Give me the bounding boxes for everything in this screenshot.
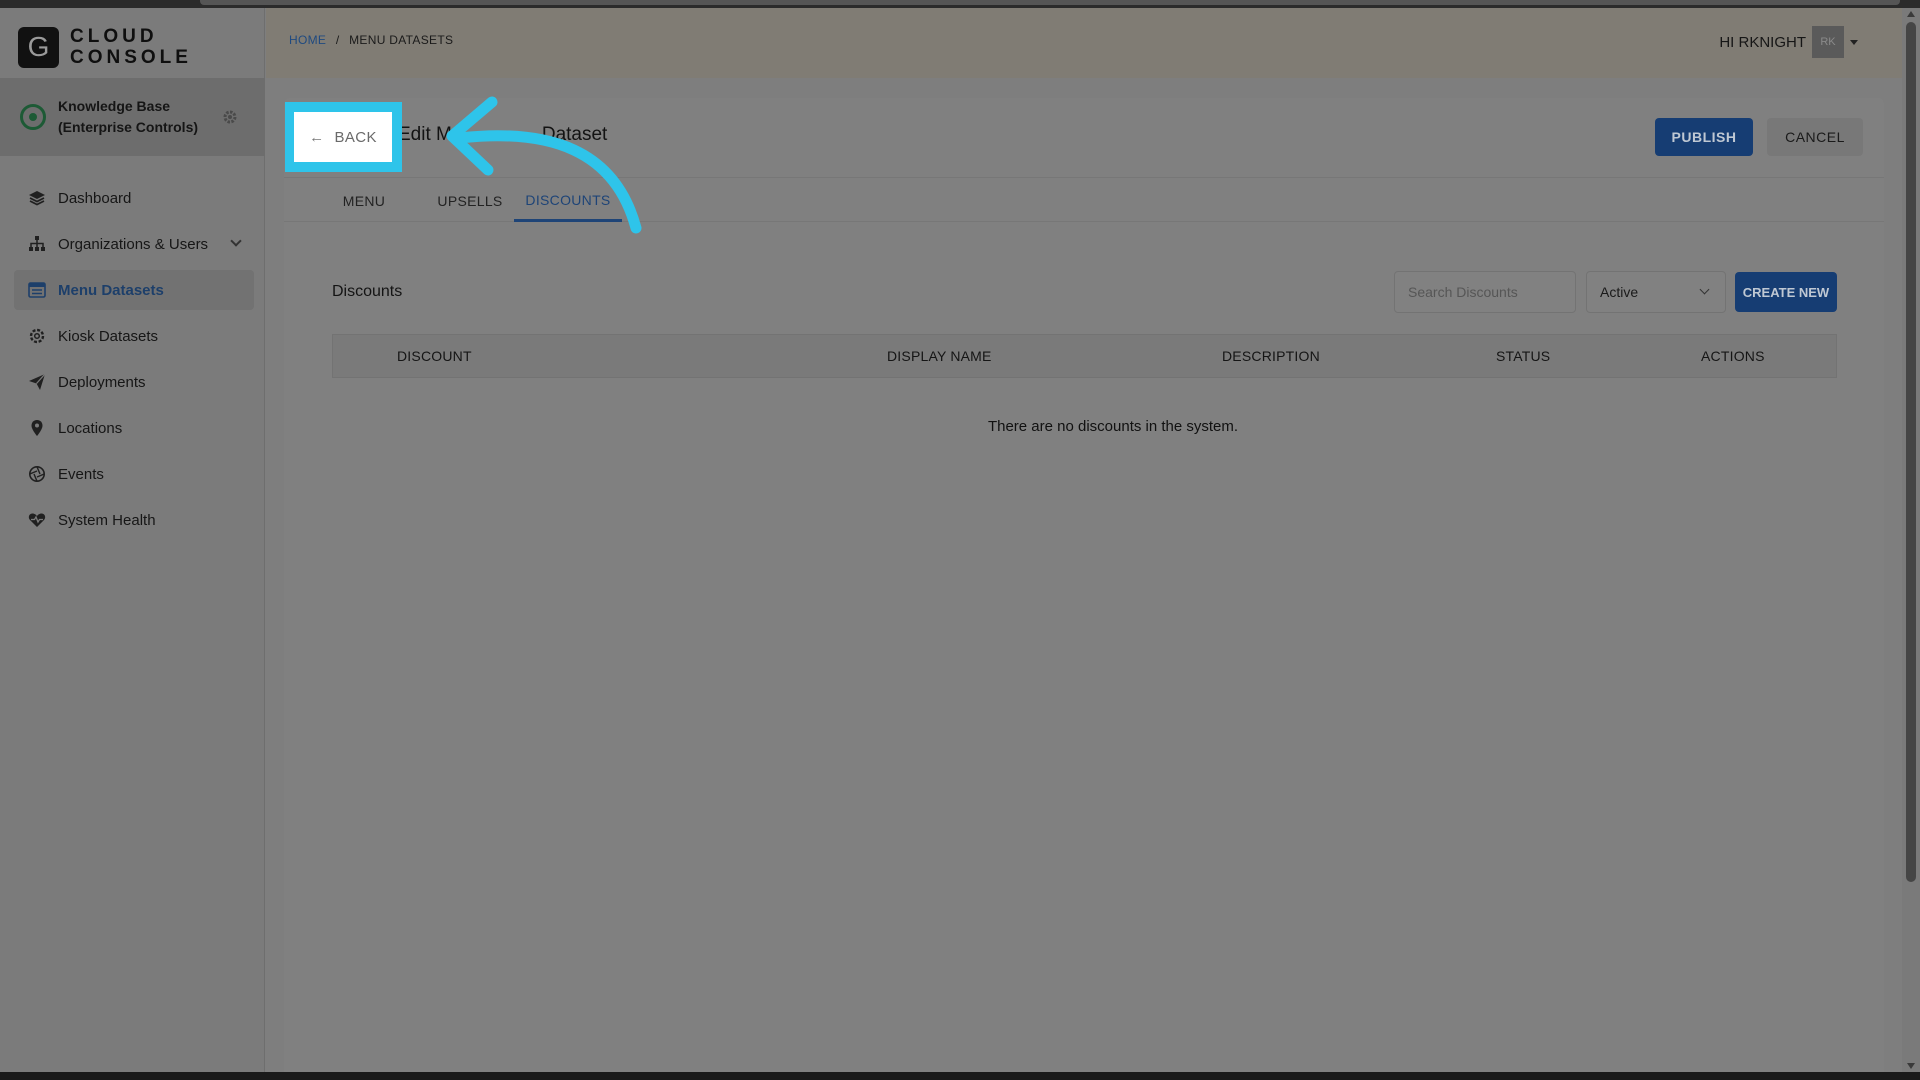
column-header-description[interactable]: DESCRIPTION	[1222, 335, 1320, 377]
breadcrumb-separator: /	[335, 33, 340, 47]
sidebar-item-dashboard[interactable]: Dashboard	[14, 178, 254, 218]
org-settings-gear-icon[interactable]	[222, 109, 238, 130]
page-title: Edit M Dataset	[398, 124, 608, 145]
chevron-down-icon	[1699, 284, 1710, 295]
layers-icon	[28, 189, 46, 207]
back-button-label: BACK	[334, 128, 377, 146]
location-target-icon	[20, 104, 46, 130]
sidebar-item-label: System Health	[58, 511, 156, 529]
column-header-actions: ACTIONS	[1701, 348, 1765, 364]
user-greeting: HI RKNIGHT	[1719, 33, 1806, 51]
table-header: DISCOUNT DISPLAY NAME DESCRIPTION STATUS…	[332, 334, 1837, 378]
top-window-strip	[0, 0, 1920, 8]
bottom-window-strip	[0, 1072, 1920, 1080]
top-header: HOME / MENU DATASETS HI RKNIGHT RK	[266, 8, 1902, 78]
page-scrollbar[interactable]	[1902, 8, 1920, 1072]
sidebar-item-menu-datasets[interactable]: Menu Datasets	[14, 270, 254, 310]
create-new-button[interactable]: CREATE NEW	[1735, 272, 1837, 312]
paper-plane-icon	[28, 373, 46, 391]
sidebar-item-label: Kiosk Datasets	[58, 327, 159, 345]
org-chart-icon	[28, 235, 46, 253]
status-filter-value: Active	[1600, 284, 1639, 300]
main-card: Edit M Dataset PUBLISH CANCEL MENU UPSELL…	[284, 98, 1884, 1078]
dataset-tabs: MENU UPSELLS DISCOUNTS	[284, 180, 1884, 222]
org-name: Knowledge Base (Enterprise Controls)	[58, 98, 199, 135]
sidebar-item-label: Menu Datasets	[58, 281, 164, 299]
sidebar-nav: Dashboard Organizations & Users Menu Dat…	[14, 178, 254, 546]
section-title: Discounts	[332, 283, 403, 300]
tab-upsells[interactable]: UPSELLS	[430, 180, 510, 222]
sidebar-item-label: Locations	[58, 419, 123, 437]
sidebar-item-label: Events	[58, 465, 104, 483]
sidebar-item-label: Deployments	[58, 373, 146, 391]
breadcrumb-home-link[interactable]: HOME	[289, 33, 326, 47]
back-button[interactable]: ← BACK	[294, 112, 392, 162]
arrow-left-icon: ←	[309, 128, 325, 146]
caret-down-icon[interactable]	[1850, 39, 1858, 45]
publish-button[interactable]: PUBLISH	[1655, 118, 1753, 156]
map-pin-icon	[28, 419, 46, 437]
sidebar-item-locations[interactable]: Locations	[14, 408, 254, 448]
status-filter-select[interactable]: Active	[1586, 271, 1726, 313]
column-header-status[interactable]: STATUS	[1496, 335, 1550, 377]
tab-discounts[interactable]: DISCOUNTS	[514, 180, 622, 222]
chevron-down-icon[interactable]	[230, 235, 242, 247]
column-header-discount[interactable]: DISCOUNT	[397, 335, 472, 377]
avatar[interactable]: RK	[1812, 26, 1844, 58]
tab-menu[interactable]: MENU	[336, 180, 392, 222]
sidebar-item-deployments[interactable]: Deployments	[14, 362, 254, 402]
menu-list-icon	[28, 281, 46, 299]
cancel-button[interactable]: CANCEL	[1767, 118, 1863, 156]
sidebar-item-kiosk-datasets[interactable]: Kiosk Datasets	[14, 316, 254, 356]
sidebar-item-label: Organizations & Users	[58, 235, 209, 253]
app-logo[interactable]: G CLOUD CONSOLE	[18, 22, 192, 72]
search-input[interactable]	[1394, 271, 1576, 313]
breadcrumb: HOME / MENU DATASETS	[289, 33, 453, 47]
org-switcher[interactable]: Knowledge Base (Enterprise Controls)	[0, 78, 265, 156]
empty-state-message: There are no discounts in the system.	[987, 418, 1239, 435]
sidebar-item-system-health[interactable]: System Health	[14, 500, 254, 540]
breadcrumb-current: MENU DATASETS	[349, 33, 454, 47]
logo-mark: G	[18, 26, 59, 68]
sidebar-item-events[interactable]: Events	[14, 454, 254, 494]
gear-icon	[28, 327, 46, 345]
aperture-icon	[28, 465, 46, 483]
sidebar-item-organizations-users[interactable]: Organizations & Users	[14, 224, 254, 264]
scroll-up-arrow-icon[interactable]	[1907, 11, 1915, 17]
scrollbar-thumb[interactable]	[1906, 22, 1916, 882]
column-header-display-name[interactable]: DISPLAY NAME	[887, 335, 992, 377]
scroll-down-arrow-icon[interactable]	[1907, 1063, 1915, 1069]
user-menu[interactable]: HI RKNIGHT RK	[1719, 26, 1858, 58]
page-header: Edit M Dataset PUBLISH CANCEL	[284, 98, 1884, 178]
sidebar: G CLOUD CONSOLE Knowledge Base (Enterpri…	[0, 8, 265, 1072]
sidebar-item-label: Dashboard	[58, 189, 132, 207]
logo-text: CLOUD CONSOLE	[70, 26, 192, 68]
heartbeat-icon	[28, 511, 46, 529]
